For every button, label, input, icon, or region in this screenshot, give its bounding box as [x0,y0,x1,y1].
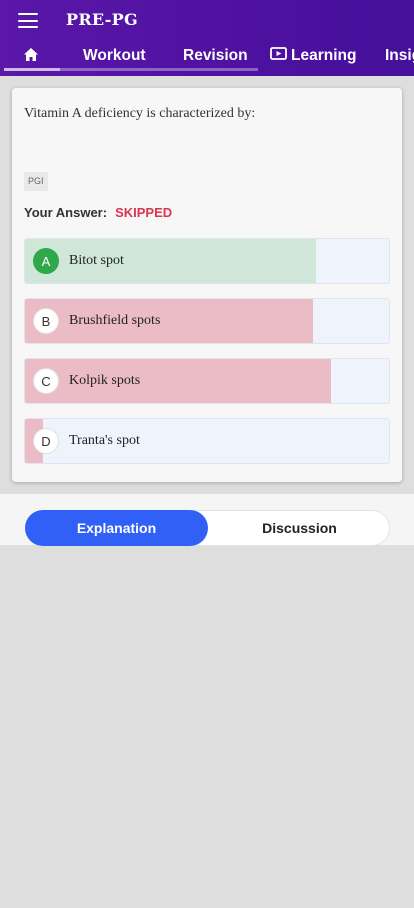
tab-learning[interactable]: Learning [270,40,356,72]
your-answer-label: Your Answer: [24,205,108,220]
option-c-letter: C [33,368,59,394]
your-answer-row: Your Answer: SKIPPED [24,205,172,220]
top-bar: PRE-PG [0,0,414,40]
explanation-tab[interactable]: Explanation [25,510,208,546]
app-title: PRE-PG [66,10,138,29]
your-answer-status: SKIPPED [115,205,173,220]
explanation-panel: Explanation Discussion [0,494,414,546]
option-a[interactable]: A Bitot spot [24,238,390,284]
option-c-text: Kolpik spots [69,373,141,388]
home-icon [24,47,38,61]
question-text: Vitamin A deficiency is characterized by… [24,106,256,121]
option-c[interactable]: C Kolpik spots [24,358,390,404]
option-b[interactable]: B Brushfield spots [24,298,390,344]
discussion-tab[interactable]: Discussion [208,510,391,546]
option-b-letter: B [33,308,59,334]
option-d-letter: D [33,428,59,454]
hamburger-menu-icon[interactable] [18,13,38,28]
option-d-text: Tranta's spot [69,433,140,448]
tab-insights[interactable]: Insights [385,40,414,72]
option-a-letter: A [33,248,59,274]
question-card: Vitamin A deficiency is characterized by… [12,88,402,482]
explanation-discussion-switch: Explanation Discussion [25,510,390,546]
tab-active-indicator [4,68,60,71]
option-d[interactable]: D Tranta's spot [24,418,390,464]
app-header: PRE-PG Workout Revision Learning Insight… [0,0,414,76]
source-tag: PGI [24,172,48,191]
play-icon [270,47,287,61]
tab-learning-label: Learning [291,47,357,64]
option-b-text: Brushfield spots [69,313,161,328]
option-a-text: Bitot spot [69,253,124,268]
